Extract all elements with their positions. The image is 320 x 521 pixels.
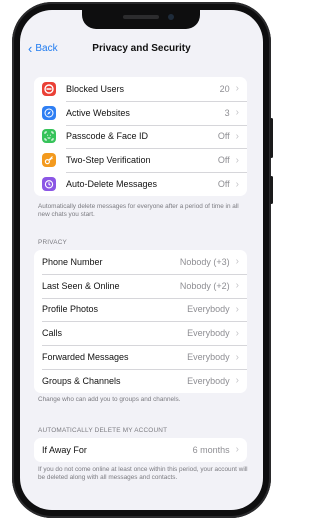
app-screen: ‹ Back Privacy and Security Blocked User…	[20, 10, 263, 510]
row-label: Groups & Channels	[42, 375, 121, 386]
account-section-header: AUTOMATICALLY DELETE MY ACCOUNT	[38, 427, 168, 434]
row-label: If Away For	[42, 444, 87, 455]
list-item-passcode-face-id[interactable]: Passcode & Face ID Off ›	[34, 124, 247, 149]
page-title: Privacy and Security	[92, 43, 191, 54]
chevron-right-icon: ›	[235, 351, 239, 363]
row-label: Calls	[42, 328, 63, 339]
row-label: Profile Photos	[42, 304, 99, 315]
list-item-if-away-for[interactable]: If Away For 6 months ›	[34, 438, 247, 462]
row-value: Nobody (+2)	[179, 280, 230, 291]
list-item-calls[interactable]: Calls Everybody ›	[34, 321, 247, 345]
key-icon	[42, 153, 56, 168]
list-item-phone-number[interactable]: Phone Number Nobody (+3) ›	[34, 250, 247, 274]
row-value: Off	[217, 131, 230, 142]
chevron-right-icon: ›	[235, 154, 239, 166]
compass-icon	[42, 105, 56, 120]
timer-icon	[42, 177, 56, 192]
privacy-group: Phone Number Nobody (+3) › Last Seen & O…	[34, 250, 247, 393]
account-group: If Away For 6 months ›	[34, 438, 247, 462]
list-item-blocked-users[interactable]: Blocked Users 20 ›	[34, 77, 247, 101]
row-label: Auto-Delete Messages	[66, 179, 158, 190]
row-label: Forwarded Messages	[42, 352, 129, 363]
row-value: Everybody	[187, 375, 230, 386]
block-icon	[42, 81, 56, 96]
faceid-icon	[42, 129, 56, 144]
row-value: Everybody	[187, 328, 230, 339]
speaker	[123, 15, 159, 19]
row-value: 3	[224, 107, 230, 118]
chevron-right-icon: ›	[235, 375, 239, 387]
list-item-two-step-verification[interactable]: Two-Step Verification Off ›	[34, 148, 247, 172]
row-label: Active Websites	[66, 107, 130, 118]
notch	[82, 10, 200, 29]
row-value: 6 months	[192, 444, 230, 455]
chevron-right-icon: ›	[235, 107, 239, 119]
volume-button	[270, 176, 273, 204]
row-label: Phone Number	[42, 256, 103, 267]
list-item-auto-delete-messages[interactable]: Auto-Delete Messages Off ›	[34, 172, 247, 196]
groups-footnote: Change who can add you to groups and cha…	[38, 396, 181, 403]
row-label: Blocked Users	[66, 83, 125, 94]
row-value: Off	[217, 155, 230, 166]
auto-delete-footnote: Automatically delete messages for everyo…	[38, 203, 239, 218]
chevron-right-icon: ›	[235, 130, 239, 142]
row-value: Nobody (+3)	[179, 256, 230, 267]
chevron-right-icon: ›	[235, 256, 239, 268]
row-value: 20	[219, 83, 230, 94]
list-item-groups-channels[interactable]: Groups & Channels Everybody ›	[34, 368, 247, 393]
row-value: Off	[217, 179, 230, 190]
list-item-profile-photos[interactable]: Profile Photos Everybody ›	[34, 297, 247, 322]
chevron-right-icon: ›	[235, 280, 239, 292]
camera	[168, 14, 174, 20]
row-value: Everybody	[187, 304, 230, 315]
chevron-right-icon: ›	[235, 327, 239, 339]
privacy-section-header: PRIVACY	[38, 239, 67, 246]
power-button	[270, 118, 273, 158]
navigation-bar: ‹ Back Privacy and Security	[20, 34, 263, 64]
row-label: Two-Step Verification	[66, 155, 151, 166]
chevron-right-icon: ›	[235, 178, 239, 190]
chevron-right-icon: ›	[235, 444, 239, 456]
row-label: Last Seen & Online	[42, 280, 120, 291]
chevron-right-icon: ›	[235, 83, 239, 95]
chevron-right-icon: ›	[235, 303, 239, 315]
list-item-active-websites[interactable]: Active Websites 3 ›	[34, 100, 247, 125]
row-label: Passcode & Face ID	[66, 131, 149, 142]
list-item-last-seen-online[interactable]: Last Seen & Online Nobody (+2) ›	[34, 273, 247, 298]
row-value: Everybody	[187, 352, 230, 363]
account-footnote: If you do not come online at least once …	[38, 466, 248, 481]
list-item-forwarded-messages[interactable]: Forwarded Messages Everybody ›	[34, 345, 247, 369]
security-group: Blocked Users 20 › Active Websites 3 › P…	[34, 77, 247, 196]
